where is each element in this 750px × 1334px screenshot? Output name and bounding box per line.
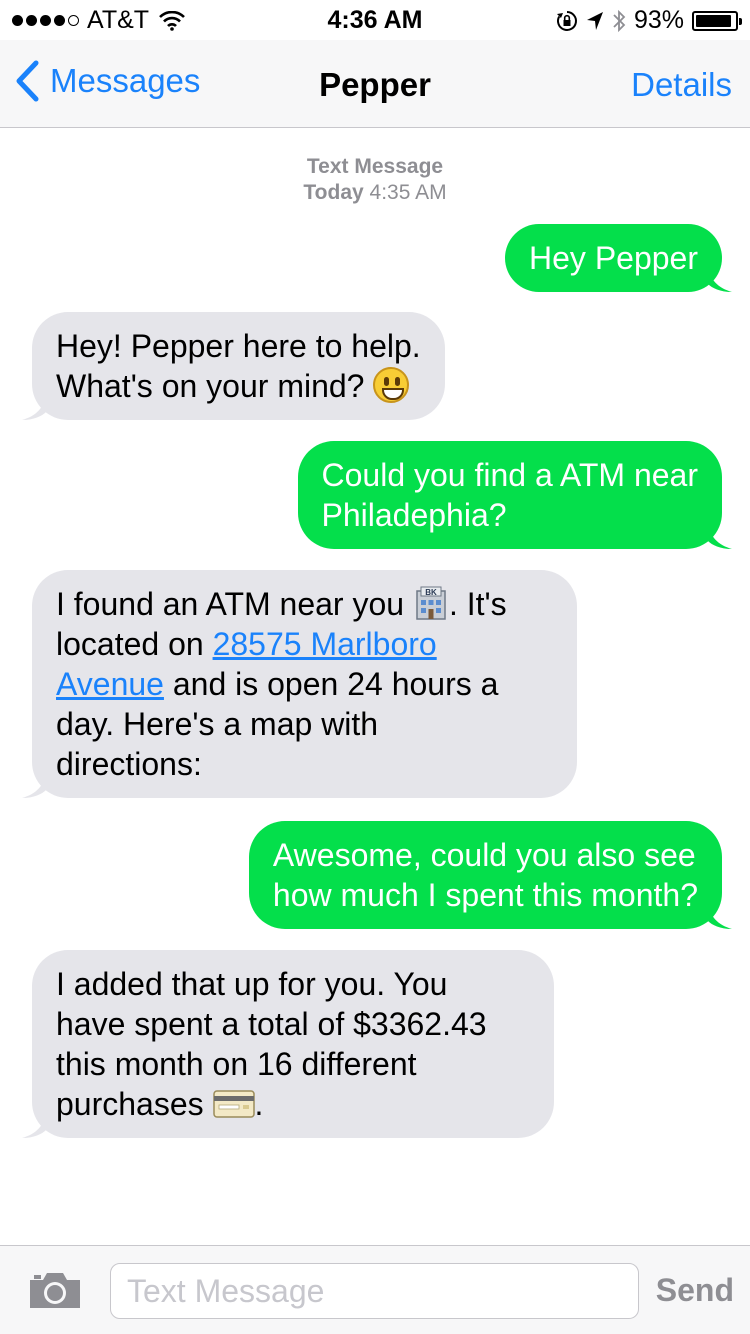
battery-icon [692,10,742,31]
address-link[interactable]: 28575 Marlboro [213,626,437,662]
battery-level [696,14,732,27]
signal-strength-icon [12,15,79,26]
wifi-icon [159,10,185,31]
bluetooth-icon [613,9,626,32]
message-text: I found an ATM near you [56,586,405,622]
message-text: I added that up for you. You [56,966,448,1002]
chevron-left-icon [16,60,39,102]
outgoing-message[interactable]: Hey Pepper [505,224,732,292]
battery-percent: 93% [633,6,684,34]
rotation-lock-icon [556,10,577,31]
camera-icon[interactable] [28,1270,82,1310]
incoming-message[interactable]: I added that up for you. You have spent … [22,950,554,1138]
message-text: have spent a total of $3362.43 [56,1006,487,1042]
details-button[interactable]: Details [631,66,732,104]
address-link[interactable]: Avenue [56,666,164,702]
bank-label: BK [425,588,437,597]
message-text: directions: [56,746,202,782]
message-text: What's on your mind? [56,368,365,404]
timestamp-day: Today [303,181,364,204]
send-button[interactable]: Send [656,1272,734,1309]
navigation-bar: Messages Pepper Details [0,40,750,128]
incoming-message[interactable]: Hey! Pepper here to help. What's on your… [22,312,445,420]
smiley-face-icon [373,367,410,403]
message-text: and is open 24 hours a [172,666,499,702]
thread-timestamp: Text Message Today 4:35 AM [0,154,750,206]
message-text: this month on 16 different [56,1046,417,1082]
back-button[interactable]: Messages [14,60,200,102]
status-bar: AT&T 4:36 AM 93% [0,0,750,40]
message-text: Could you find a ATM near [321,457,699,493]
credit-card-icon [212,1090,255,1118]
message-text: located on [56,626,204,662]
message-input-bar: Send [0,1245,750,1334]
message-text: day. Here's a map with [56,706,379,742]
message-text: Hey! Pepper here to help. [56,328,421,364]
outgoing-message[interactable]: Awesome, could you also see how much I s… [248,821,732,929]
message-text: Hey Pepper [529,240,698,276]
location-arrow-icon [586,11,603,30]
incoming-message[interactable]: I found an ATM near you BK . It's locate… [22,570,577,798]
message-text: Philadephia? [321,497,507,533]
message-text: purchases [56,1086,204,1122]
service-label: Text Message [306,155,444,178]
carrier-name: AT&T [87,6,150,34]
timestamp-time: 4:35 AM [369,181,447,204]
message-text: . It's [448,586,507,622]
message-text-field[interactable] [110,1263,639,1319]
back-button-label: Messages [50,62,201,99]
outgoing-message[interactable]: Could you find a ATM near Philadephia? [297,441,732,549]
bank-icon: BK [416,586,446,620]
message-text: Awesome, could you also see [272,837,696,873]
message-text: . [254,1086,264,1122]
message-text: how much I spent this month? [272,877,698,913]
message-thread: Text Message Today 4:35 AM Hey Pepper He… [0,128,750,1245]
